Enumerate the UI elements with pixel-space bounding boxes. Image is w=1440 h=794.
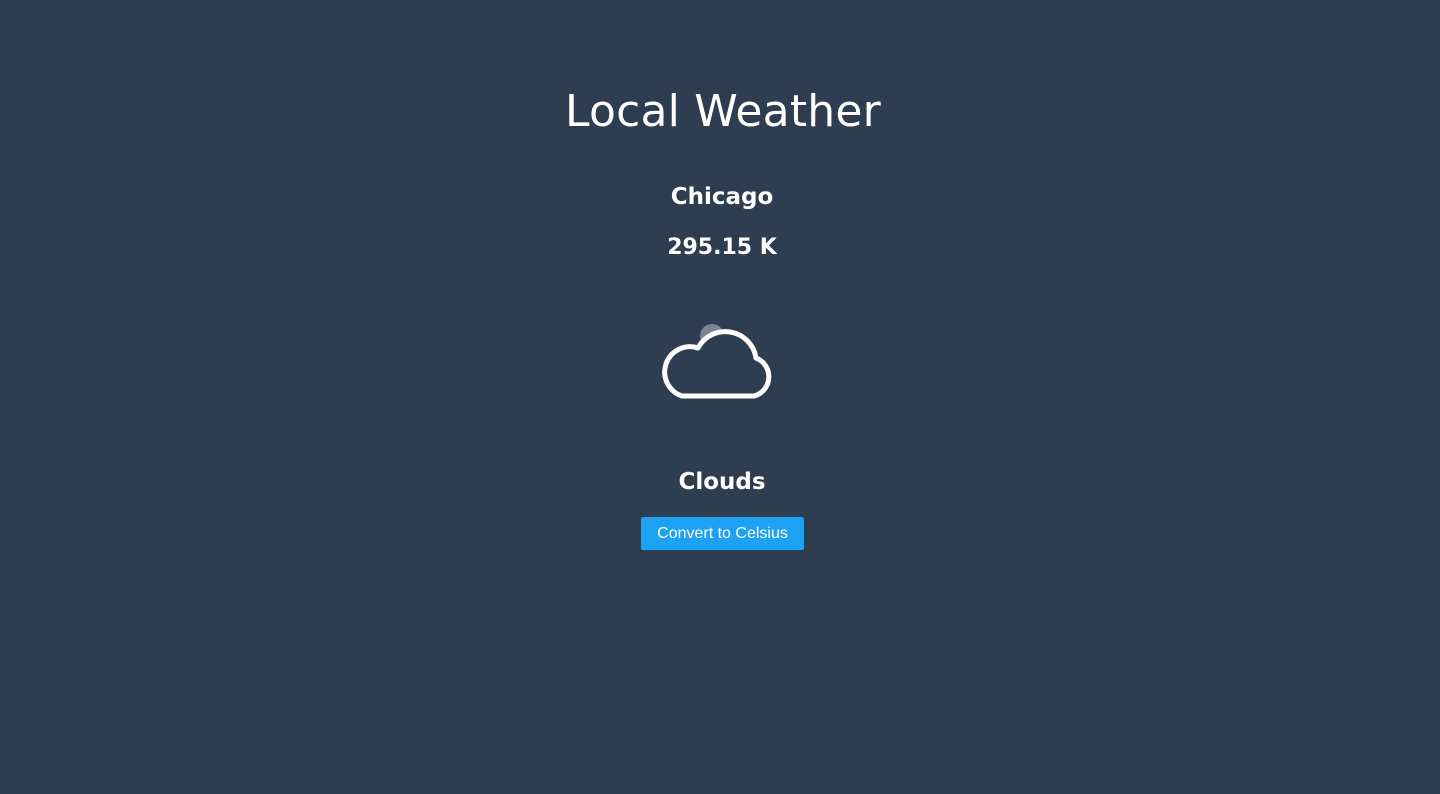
cloud-icon [660, 318, 780, 402]
city-name: Chicago [670, 184, 774, 210]
weather-condition: Clouds [678, 469, 766, 495]
temperature-value: 295.15 K [667, 235, 777, 260]
convert-to-celsius-button[interactable]: Convert to Celsius [641, 517, 804, 550]
page-title: Local Weather [565, 86, 881, 137]
weather-page: Local Weather Chicago 295.15 K Clouds Co… [0, 0, 1440, 794]
